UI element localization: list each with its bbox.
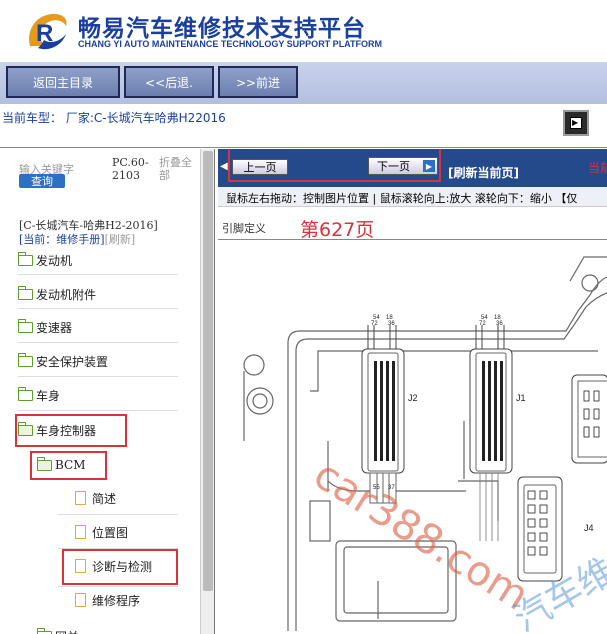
arrow-left-icon: ◀ — [220, 161, 228, 172]
sidebar-scrollbar[interactable] — [200, 149, 214, 634]
mounting-tab-icon — [569, 256, 607, 292]
search-button[interactable]: 查询 — [19, 174, 65, 188]
logo-icon: R — [29, 14, 67, 50]
scroll-thumb[interactable] — [203, 151, 213, 591]
app-title: 畅易汽车维修技术支持平台 — [78, 16, 366, 42]
tree-item-label: 发动机附件 — [36, 287, 97, 302]
tree-item-label: 发动机 — [36, 253, 73, 268]
tree-item-label: 网关 — [55, 628, 79, 634]
divider — [18, 274, 178, 275]
highlight-box — [15, 414, 127, 447]
pc-code: PC.60-2103 — [112, 156, 149, 182]
connector-label: J1 — [516, 393, 526, 403]
tree-item-label: 车身 — [36, 388, 61, 403]
forward-button[interactable]: >>前进 — [218, 66, 298, 98]
sidebar: 输入关键字 查询 PC.60-2103 折叠全部 [C-长城汽车-哈弗H2-20… — [0, 149, 215, 634]
pin-number: 72 — [371, 321, 378, 327]
highlight-box — [62, 549, 178, 585]
content-pane: ◀ 上一页 下一页 ▶ [刷新当前页] 当前 鼠标左右拖动：控制图片位置 | 鼠… — [218, 149, 607, 634]
pin-number: 36 — [388, 321, 395, 327]
current-manual-label: [当前：维修手册] — [19, 233, 105, 246]
connector-partial[interactable] — [571, 374, 607, 464]
arrow-right-icon: ▶ — [572, 118, 579, 127]
tree-item-label: 安全保护装置 — [36, 354, 109, 369]
collapse-all-link[interactable]: 折叠全部 — [159, 156, 197, 182]
hint-bar: 鼠标左右拖动：控制图片位置 | 鼠标滚轮向上:放大 滚轮向下：缩小 【仅 — [218, 187, 607, 207]
pin-number: 36 — [496, 321, 503, 327]
tree-item-safety[interactable]: 安全保护装置 — [18, 347, 108, 375]
toggle-sidebar-button[interactable]: ▶ — [563, 110, 589, 136]
tree-item-repair[interactable]: 维修程序 — [75, 586, 140, 614]
home-button[interactable]: 返回主目录 — [6, 66, 120, 98]
nav-right-label: 当前 — [588, 161, 607, 175]
tree-item-label: 简述 — [92, 491, 117, 506]
vehicle-bar: 当前车型： 厂家:C-长城汽车哈弗H22016 — [0, 104, 607, 148]
divider — [18, 410, 178, 411]
tree-item-gateway[interactable]: 网关 — [37, 622, 79, 634]
document-icon — [75, 593, 86, 607]
divider — [58, 514, 178, 515]
tree-item-overview[interactable]: 简述 — [75, 484, 116, 512]
folder-icon — [18, 251, 33, 266]
document-icon — [75, 525, 86, 539]
refresh-link[interactable]: [刷新] — [105, 233, 136, 246]
section-title: 引脚定义 — [222, 222, 266, 235]
tree-item-body[interactable]: 车身 — [18, 381, 60, 409]
current-vehicle: 当前车型： 厂家:C-长城汽车哈弗H22016 — [2, 111, 226, 125]
app-subtitle: CHANG YI AUTO MAINTENANCE TECHNOLOGY SUP… — [78, 39, 383, 49]
document-icon — [75, 491, 86, 505]
current-manual: [当前：维修手册][刷新] — [19, 231, 135, 247]
app-header: R 畅易汽车维修技术支持平台 CHANG YI AUTO MAINTENANCE… — [0, 0, 607, 62]
tree-item-engine-accessories[interactable]: 发动机附件 — [18, 280, 96, 308]
tree-item-transmission[interactable]: 变速器 — [18, 313, 72, 341]
folder-icon — [18, 318, 33, 333]
mounting-hole-icon — [246, 387, 274, 415]
folder-icon — [37, 627, 52, 634]
refresh-page-button[interactable]: [刷新当前页] — [448, 164, 519, 181]
tree-item-label: 位置图 — [92, 525, 129, 540]
connector-label: J4 — [584, 523, 594, 533]
page-nav-bar: ◀ 上一页 下一页 ▶ [刷新当前页] 当前 — [218, 149, 607, 187]
tree-item-label: 维修程序 — [92, 593, 141, 608]
highlight-box — [228, 149, 441, 182]
divider — [218, 239, 607, 240]
folder-icon — [18, 386, 33, 401]
divider — [18, 308, 178, 309]
divider — [18, 342, 178, 343]
back-button[interactable]: <<后退. — [124, 66, 214, 98]
tree-item-location[interactable]: 位置图 — [75, 518, 128, 546]
folder-icon — [18, 352, 33, 367]
pin-number: 72 — [479, 321, 486, 327]
folder-icon — [18, 285, 33, 300]
main-toolbar: 返回主目录 <<后退. >>前进 — [0, 62, 607, 104]
hint-text: 鼠标左右拖动：控制图片位置 | 鼠标滚轮向上:放大 滚轮向下：缩小 【仅 — [226, 192, 578, 205]
divider — [18, 376, 178, 377]
page-number: 第627页 — [300, 219, 375, 241]
connector-j1[interactable] — [469, 325, 513, 541]
connector-label: J2 — [408, 393, 418, 403]
highlight-box — [30, 451, 107, 480]
tree-item-label: 变速器 — [36, 320, 73, 335]
tree-item-engine[interactable]: 发动机 — [18, 246, 72, 274]
svg-text:R: R — [36, 20, 53, 47]
